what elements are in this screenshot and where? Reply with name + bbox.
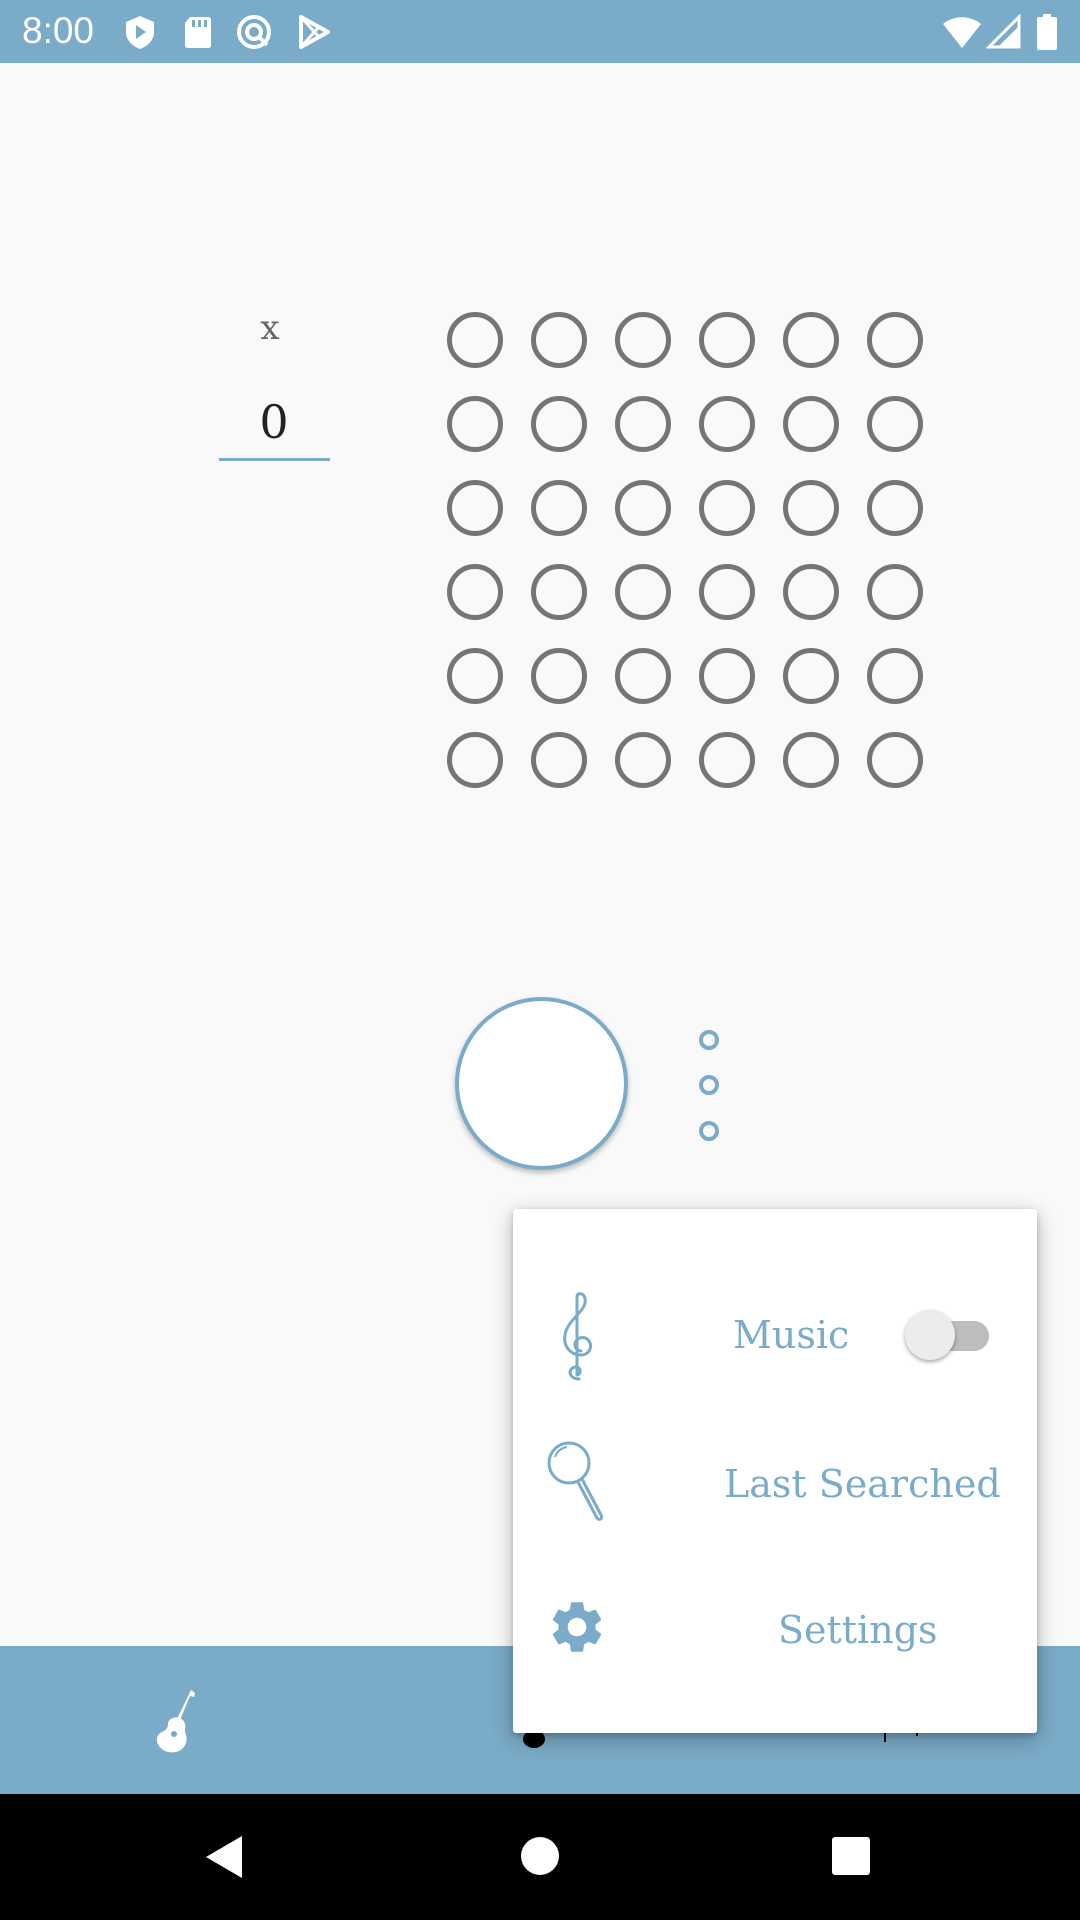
more-dot-icon [699, 1121, 719, 1141]
toggle-thumb [905, 1310, 955, 1360]
grid-circle[interactable] [531, 480, 587, 536]
recents-icon[interactable] [831, 1836, 871, 1876]
signal-icon [986, 14, 1021, 49]
circle-grid [447, 312, 923, 788]
more-options-button[interactable] [690, 1015, 726, 1155]
grid-circle[interactable] [783, 732, 839, 788]
status-bar: 8:00 [0, 0, 1080, 63]
grid-circle[interactable] [867, 312, 923, 368]
big-circle-button[interactable] [455, 997, 628, 1170]
gear-icon [552, 1602, 602, 1652]
grid-circle[interactable] [447, 312, 503, 368]
grid-circle[interactable] [699, 648, 755, 704]
music-toggle[interactable] [903, 1308, 999, 1362]
play-store-icon [299, 15, 330, 49]
grid-circle[interactable] [699, 564, 755, 620]
multiplier-label: x [260, 308, 280, 348]
grid-circle[interactable] [867, 732, 923, 788]
treble-clef-icon [563, 1292, 593, 1381]
app-screen: 8:00 x 0 Music Last Searched Settings [0, 0, 1080, 1920]
grid-circle[interactable] [867, 564, 923, 620]
grid-circle[interactable] [447, 564, 503, 620]
battery-icon [1037, 14, 1057, 50]
grid-circle[interactable] [783, 396, 839, 452]
navigation-bar [0, 1794, 1080, 1920]
menu-item-music[interactable]: Music [513, 1267, 1037, 1407]
grid-circle[interactable] [615, 480, 671, 536]
count-input-underline [219, 458, 330, 461]
magnifier-icon [547, 1441, 603, 1521]
grid-circle[interactable] [699, 480, 755, 536]
guitar-icon[interactable] [153, 1688, 201, 1754]
grid-circle[interactable] [783, 564, 839, 620]
grid-circle[interactable] [615, 648, 671, 704]
grid-circle[interactable] [783, 648, 839, 704]
grid-circle[interactable] [699, 732, 755, 788]
grid-circle[interactable] [699, 312, 755, 368]
grid-circle[interactable] [531, 312, 587, 368]
grid-circle[interactable] [447, 648, 503, 704]
grid-circle[interactable] [867, 648, 923, 704]
grid-circle[interactable] [615, 564, 671, 620]
grid-circle[interactable] [447, 732, 503, 788]
more-dot-icon [699, 1030, 719, 1050]
shield-play-icon [126, 16, 154, 49]
grid-circle[interactable] [615, 396, 671, 452]
grid-circle[interactable] [531, 396, 587, 452]
grid-circle[interactable] [447, 480, 503, 536]
grid-circle[interactable] [867, 480, 923, 536]
grid-circle[interactable] [531, 732, 587, 788]
popup-menu: Music Last Searched Settings [513, 1209, 1037, 1733]
count-input[interactable]: 0 [219, 395, 329, 449]
home-icon[interactable] [520, 1836, 560, 1876]
back-icon[interactable] [204, 1834, 244, 1880]
grid-circle[interactable] [531, 648, 587, 704]
grid-circle[interactable] [783, 480, 839, 536]
grid-circle[interactable] [531, 564, 587, 620]
menu-item-settings[interactable]: Settings [513, 1561, 1037, 1701]
sync-circle-icon [237, 15, 271, 49]
grid-circle[interactable] [867, 396, 923, 452]
settings-label: Settings [778, 1608, 938, 1652]
sd-card-icon [185, 17, 211, 48]
grid-circle[interactable] [615, 312, 671, 368]
status-time: 8:00 [22, 10, 95, 51]
grid-circle[interactable] [447, 396, 503, 452]
wifi-icon [943, 17, 981, 48]
music-label: Music [733, 1313, 850, 1357]
grid-circle[interactable] [783, 312, 839, 368]
last-searched-label: Last Searched [724, 1462, 1001, 1506]
more-dot-icon [699, 1075, 719, 1095]
grid-circle[interactable] [615, 732, 671, 788]
grid-circle[interactable] [699, 396, 755, 452]
menu-item-last-searched[interactable]: Last Searched [513, 1415, 1037, 1555]
